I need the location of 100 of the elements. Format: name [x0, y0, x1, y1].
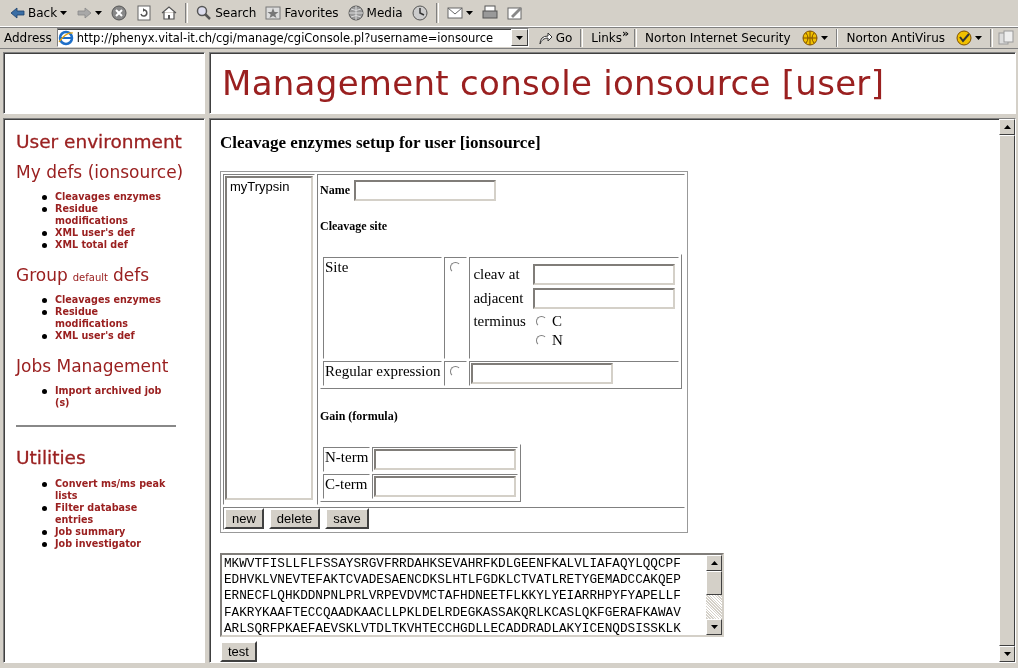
text-field[interactable]: [354, 180, 496, 201]
bullet-icon: [42, 542, 47, 547]
search-icon: [196, 5, 213, 21]
nav-link[interactable]: XML user's def: [55, 330, 173, 342]
text-field[interactable]: [374, 476, 517, 497]
caret-icon: [710, 625, 718, 629]
scrollbar[interactable]: [999, 119, 1015, 662]
search-button[interactable]: Search: [193, 3, 260, 23]
printer-icon: [481, 5, 498, 21]
nav-link[interactable]: Filter database entries: [55, 502, 173, 526]
media-button[interactable]: Media: [344, 3, 406, 23]
stop-icon: [111, 5, 128, 21]
caret-icon: [975, 35, 983, 40]
globe-icon: [347, 5, 364, 21]
option-label: Site: [325, 259, 349, 275]
field-label: Gain (formula): [320, 409, 399, 424]
text-field[interactable]: [374, 449, 517, 470]
clock-icon: [411, 5, 428, 21]
radio-label: N: [551, 332, 563, 349]
bullet-icon: [42, 310, 47, 315]
url-text: http://phenyx.vital-it.ch/cgi/manage/cgiConsole.pl?username=ionsource: [76, 30, 495, 45]
nav-link[interactable]: Import archived job (s): [55, 385, 173, 409]
nav-link[interactable]: Cleavages enzymes: [55, 191, 173, 203]
form-button[interactable]: new: [224, 508, 264, 529]
bullet-icon: [42, 231, 47, 236]
nav-link[interactable]: Convert ms/ms peak lists: [55, 478, 173, 502]
nav-link[interactable]: XML total def: [55, 239, 173, 251]
nav-link[interactable]: Residue modifications: [55, 306, 173, 330]
section-heading: Utilities: [16, 447, 86, 468]
shield-icon: [956, 29, 973, 46]
option-label: Regular expression: [325, 363, 441, 379]
pages-icon: [998, 29, 1014, 46]
caret-icon: [60, 11, 68, 15]
caret-icon: [1003, 652, 1011, 656]
section-heading: Group: [16, 265, 68, 285]
bullet-icon: [42, 195, 47, 200]
up-arrow-icon: [710, 561, 718, 565]
section-title: Cleavage enzymes setup for user [ionsource]: [220, 133, 542, 153]
field-label: cleav at: [473, 266, 521, 283]
section-heading: My defs (ionsource): [16, 162, 184, 182]
forward-arrow-icon: [76, 5, 93, 21]
test-button[interactable]: test: [220, 641, 257, 662]
back-button[interactable]: Back: [6, 3, 71, 23]
bullet-icon: [42, 334, 47, 339]
sequence-line: FAKRYKAAFTECCQAADKAACLLPKLDELRDEGKASSAKQRLKCASLQKFGERAFKAWAV: [224, 604, 682, 621]
field-label: adjacent: [473, 290, 525, 307]
address-label: Address: [4, 30, 52, 45]
text-field[interactable]: [533, 288, 676, 309]
section-heading: User environment: [16, 131, 182, 152]
field-label: N-term: [325, 449, 369, 465]
nav-link[interactable]: Job investigator: [55, 538, 173, 550]
list-item[interactable]: myTrypsin: [227, 178, 311, 195]
edit-icon: [506, 5, 523, 21]
text-field[interactable]: [533, 264, 676, 285]
section-heading: defs: [112, 265, 150, 285]
toolbar-addon-button[interactable]: Norton Internet Security: [642, 29, 831, 46]
toolbar-addon-button[interactable]: Norton AntiVirus: [843, 29, 986, 46]
back-arrow-icon: [9, 5, 25, 21]
caret-icon: [515, 35, 523, 40]
home-icon: [161, 5, 178, 21]
nav-link[interactable]: Job summary: [55, 526, 173, 538]
nav-link[interactable]: XML user's def: [55, 227, 173, 239]
caret-icon: [95, 11, 103, 15]
page-title: Management console ionsource [user]: [222, 63, 885, 103]
bullet-icon: [42, 298, 47, 303]
sequence-textarea[interactable]: [220, 553, 724, 637]
field-label: Cleavage site: [320, 219, 388, 234]
form-button[interactable]: save: [325, 508, 369, 529]
bullet-icon: [42, 482, 47, 487]
field-label: Name: [320, 183, 350, 198]
section-heading: default: [72, 272, 108, 283]
up-arrow-icon: [1003, 125, 1011, 129]
text-field[interactable]: [471, 363, 614, 384]
favorites-button[interactable]: Favorites: [262, 3, 342, 23]
bullet-icon: [42, 389, 47, 394]
go-button[interactable]: Go: [533, 29, 576, 46]
bullet-icon: [42, 506, 47, 511]
field-label: C-term: [325, 476, 368, 492]
nav-link[interactable]: Residue modifications: [55, 203, 173, 227]
scrollbar[interactable]: [706, 555, 722, 635]
globe-icon: [801, 29, 818, 46]
nav-link[interactable]: Cleavages enzymes: [55, 294, 173, 306]
sequence-line: ERNECFLQHKDDNPNLPRLVRPEVDVMCTAFHDNEETFLKKYLYEIARRHPYFYAPELLF: [224, 588, 682, 605]
form-button[interactable]: delete: [268, 508, 321, 529]
dropdown-button[interactable]: [510, 29, 528, 46]
mail-icon: [446, 5, 463, 21]
field-label: terminus: [473, 313, 526, 331]
sequence-line: EDHVKLVNEVTEFAKTCVADESAENCDKSLHTLFGDKLCTVATLRETYGEMADCCAKQEP: [224, 572, 682, 589]
bullet-icon: [42, 530, 47, 535]
sequence-line: MKWVTFISLLFLFSSAYSRGVFRRDAHKSEVAHRFKDLGEENFKALVLIAFAQYLQQCPF: [224, 556, 682, 573]
caret-icon: [820, 35, 828, 40]
address-field[interactable]: http://phenyx.vital-it.ch/cgi/manage/cgiConsole.pl?username=ionsource: [56, 28, 529, 47]
bullet-icon: [42, 243, 47, 248]
chevron-icon[interactable]: »: [622, 27, 630, 40]
sequence-line: ARLSQRFPKAEFAEVSKLVTDLTKVHTECCHGDLLECADDRADLAKYICENQDSISSKLK: [224, 620, 682, 635]
bullet-icon: [42, 207, 47, 212]
radio-label: C: [551, 313, 562, 330]
star-icon: [265, 5, 282, 21]
page-icon: [57, 29, 74, 46]
enzyme-list[interactable]: myTrypsin: [225, 176, 313, 500]
